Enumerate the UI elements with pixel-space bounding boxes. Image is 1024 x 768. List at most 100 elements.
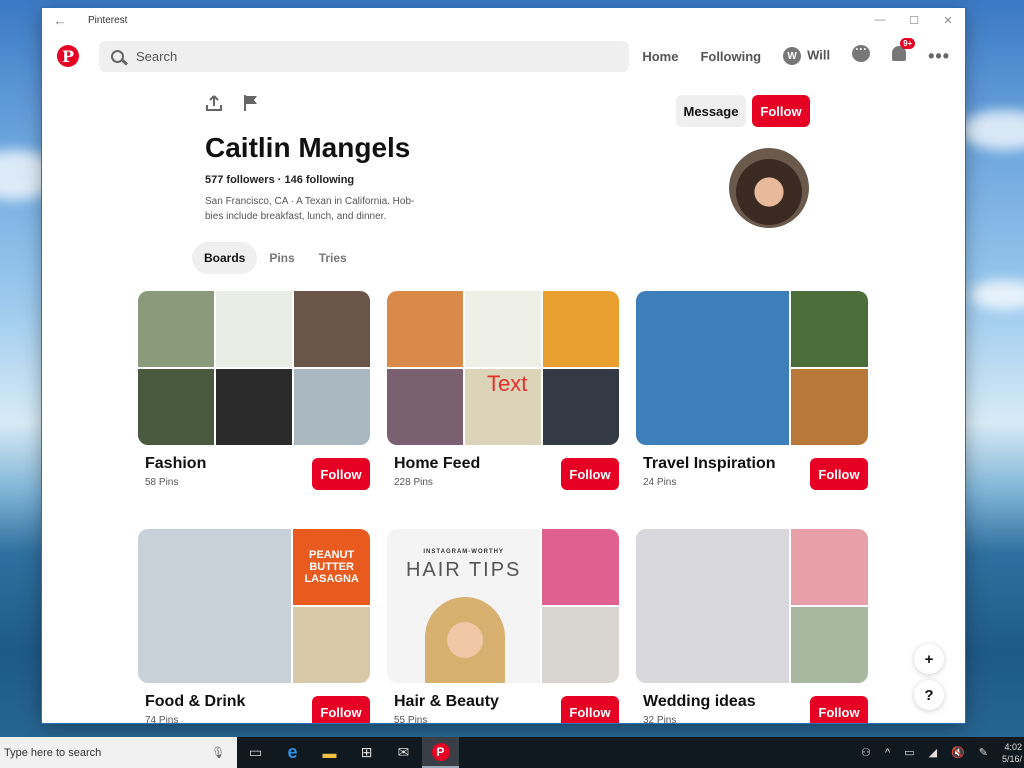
board-cover[interactable]: PEANUT BUTTER LASAGNA (138, 529, 370, 683)
board-pin-count: 228 Pins (394, 477, 433, 488)
pin-image (293, 607, 370, 683)
board-cover[interactable] (636, 291, 868, 445)
pin-image (636, 529, 790, 683)
system-clock[interactable]: 4:02 5/16/ (1002, 741, 1022, 765)
background-cloud (970, 280, 1024, 310)
board-card[interactable]: Wedding ideas 32 Pins Follow (636, 529, 868, 723)
follow-board-button[interactable]: Follow (810, 696, 868, 723)
profile-stats[interactable]: 577 followers · 146 following (205, 174, 354, 186)
title-bar: ← Pinterest — ☐ ✕ (42, 8, 965, 32)
taskbar-search-placeholder: Type here to search (4, 746, 102, 759)
board-title[interactable]: Hair & Beauty (394, 693, 499, 711)
portrait-image (425, 597, 505, 683)
overlay-text: Text (487, 371, 528, 396)
nav-home-link[interactable]: Home (642, 49, 678, 64)
tab-pins[interactable]: Pins (257, 242, 306, 274)
microphone-icon[interactable]: 🎙 (211, 746, 225, 759)
pin-image (294, 369, 370, 445)
pin-image (387, 369, 463, 445)
follow-board-button[interactable]: Follow (561, 458, 619, 490)
mail-icon[interactable]: ✉ (385, 737, 422, 768)
volume-muted-icon[interactable]: 🔇 (951, 746, 965, 759)
board-title[interactable]: Travel Inspiration (643, 455, 775, 473)
show-hidden-icons-chevron-icon[interactable]: ^ (885, 747, 890, 759)
battery-icon[interactable]: ▭ (904, 746, 914, 759)
messages-button[interactable] (852, 42, 871, 67)
message-button[interactable]: Message (676, 95, 746, 127)
board-cover[interactable]: INSTAGRAM-WORTHY HAIR TIPS (387, 529, 619, 683)
user-avatar: W (783, 47, 802, 65)
chat-bubble-icon (852, 42, 871, 62)
board-title[interactable]: Fashion (145, 455, 206, 473)
pin-image (387, 291, 463, 367)
pen-icon[interactable]: ✎ (979, 746, 988, 759)
board-pin-count: 32 Pins (643, 715, 677, 723)
board-cover[interactable] (636, 529, 868, 683)
people-icon[interactable]: ⚇ (861, 746, 871, 759)
search-input[interactable]: Search (99, 40, 629, 72)
file-explorer-icon[interactable]: ▬ (311, 737, 348, 768)
tab-tries[interactable]: Tries (307, 242, 359, 274)
profile-bio: San Francisco, CA · A Texan in Californi… (205, 196, 415, 222)
search-placeholder: Search (136, 48, 178, 64)
pin-image (216, 291, 292, 367)
clock-date: 5/16/ (1001, 753, 1022, 764)
pin-image (543, 369, 619, 445)
pinterest-logo-icon[interactable]: P (57, 45, 79, 67)
pin-image (542, 607, 619, 683)
board-card[interactable]: PEANUT BUTTER LASAGNA Food & Drink 74 Pi… (138, 529, 370, 723)
windows-taskbar: Type here to search 🎙 ▭ e ▬ ⊞ ✉ P ⚇ ^ ▭ … (0, 737, 1024, 768)
board-card[interactable]: Text Home Feed 228 Pins Follow (387, 291, 619, 490)
share-upload-icon[interactable] (205, 94, 223, 112)
profile-header: Caitlin Mangels 577 followers · 146 foll… (42, 80, 965, 280)
taskbar-search-input[interactable]: Type here to search 🎙 (0, 737, 237, 768)
follow-board-button[interactable]: Follow (312, 458, 370, 490)
flag-icon[interactable] (242, 94, 260, 112)
pin-image (294, 291, 370, 367)
back-arrow-icon[interactable]: ← (42, 13, 78, 28)
help-button[interactable]: ? (914, 680, 944, 710)
edge-browser-icon[interactable]: e (274, 737, 311, 768)
notifications-button[interactable]: 9+ (892, 38, 916, 66)
clock-time: 4:02 (1004, 741, 1022, 752)
system-tray: ⚇ ^ ▭ ◢ 🔇 ✎ 4:02 5/16/ (847, 741, 1024, 765)
nav-following-link[interactable]: Following (700, 49, 761, 64)
board-pin-count: 24 Pins (643, 477, 677, 488)
tab-boards[interactable]: Boards (192, 242, 258, 274)
app-window: ← Pinterest — ☐ ✕ P Search Home Followin… (42, 8, 965, 723)
board-card[interactable]: Fashion 58 Pins Follow (138, 291, 370, 490)
wifi-icon[interactable]: ◢ (929, 746, 937, 759)
board-title[interactable]: Home Feed (394, 455, 480, 473)
notification-badge: 9+ (900, 38, 916, 49)
minimize-button[interactable]: — (863, 14, 897, 27)
follow-board-button[interactable]: Follow (561, 696, 619, 723)
follow-profile-button[interactable]: Follow (752, 95, 810, 127)
board-card[interactable]: Travel Inspiration 24 Pins Follow (636, 291, 868, 490)
board-card[interactable]: INSTAGRAM-WORTHY HAIR TIPS Hair & Beauty… (387, 529, 619, 723)
board-title[interactable]: Wedding ideas (643, 693, 756, 711)
follow-board-button[interactable]: Follow (810, 458, 868, 490)
pin-image (138, 369, 214, 445)
more-options-icon[interactable]: ••• (928, 46, 950, 67)
profile-avatar (729, 148, 809, 228)
task-view-icon[interactable]: ▭ (237, 737, 274, 768)
pin-image (465, 291, 541, 367)
board-title[interactable]: Food & Drink (145, 693, 245, 711)
board-cover[interactable]: Text (387, 291, 619, 445)
pinterest-taskbar-icon[interactable]: P (422, 737, 459, 768)
user-profile-link[interactable]: W Will (783, 47, 830, 65)
add-pin-button[interactable]: + (914, 644, 944, 674)
pin-image (138, 291, 214, 367)
pin-image (791, 369, 868, 445)
profile-name: Caitlin Mangels (205, 132, 411, 163)
board-cover[interactable] (138, 291, 370, 445)
pin-image (138, 529, 292, 683)
maximize-button[interactable]: ☐ (897, 14, 931, 27)
follow-board-button[interactable]: Follow (312, 696, 370, 723)
board-pin-count: 58 Pins (145, 477, 179, 488)
image-kicker: INSTAGRAM-WORTHY (423, 549, 504, 555)
pin-image: PEANUT BUTTER LASAGNA (293, 529, 370, 605)
pin-image (791, 607, 868, 683)
close-button[interactable]: ✕ (931, 14, 965, 27)
store-icon[interactable]: ⊞ (348, 737, 385, 768)
